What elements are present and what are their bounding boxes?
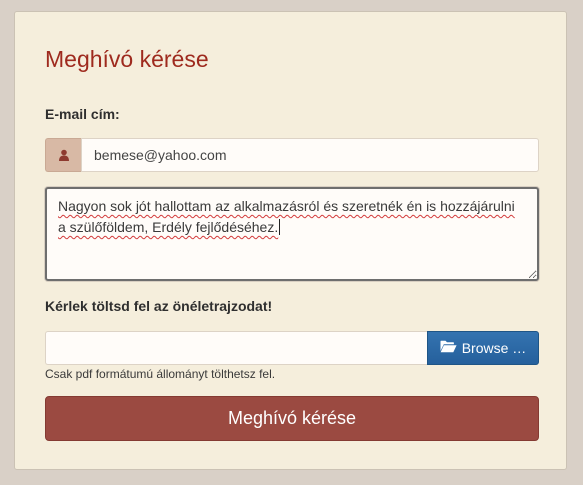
user-icon xyxy=(45,138,81,172)
cv-upload-label: Kérlek töltsd fel az önéletrajzodat! xyxy=(45,298,273,314)
invite-request-panel: Meghívó kérése E-mail cím: Nagyon sok jó… xyxy=(14,11,567,470)
text-caret xyxy=(279,219,281,235)
file-upload-group: Browse … xyxy=(45,331,539,365)
email-input-group xyxy=(45,138,539,172)
form-title: Meghívó kérése xyxy=(45,46,209,72)
email-field[interactable] xyxy=(81,138,539,172)
message-text: Nagyon sok jót hallottam az alkalmazásró… xyxy=(58,198,515,235)
request-invite-button[interactable]: Meghívó kérése xyxy=(45,396,539,441)
file-format-hint: Csak pdf formátumú állományt tölthetsz f… xyxy=(45,367,276,381)
submit-button-label: Meghívó kérése xyxy=(227,408,357,428)
folder-open-icon xyxy=(440,340,457,356)
message-textarea[interactable]: Nagyon sok jót hallottam az alkalmazásró… xyxy=(45,187,539,281)
email-label: E-mail cím: xyxy=(45,106,120,122)
file-path-field[interactable] xyxy=(45,331,427,365)
browse-button[interactable]: Browse … xyxy=(427,331,539,365)
browse-button-label: Browse … xyxy=(461,340,527,356)
